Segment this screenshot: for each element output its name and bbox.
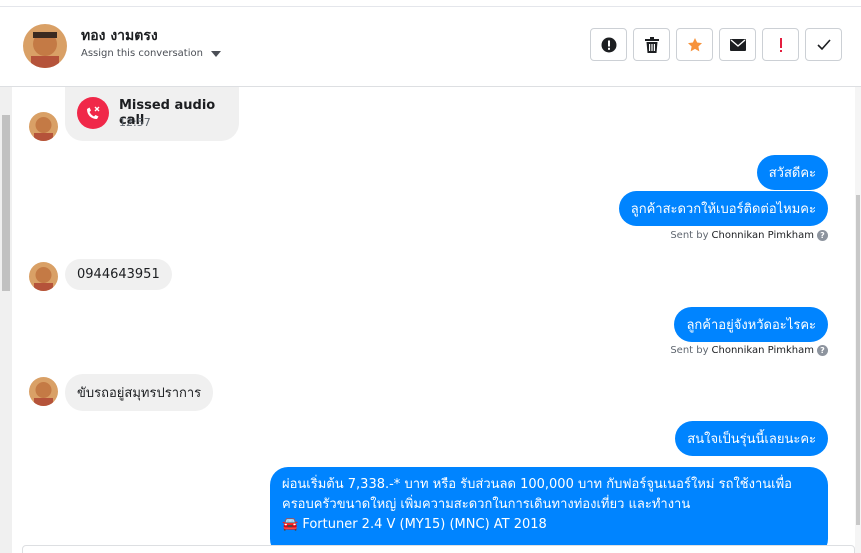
sent-by-label: Sent by Chonnikan Pimkham ? <box>670 345 828 356</box>
reply-input-box[interactable] <box>22 545 855 553</box>
mark-spam-button[interactable] <box>590 28 627 61</box>
promo-line: 🚘 Fortuner 2.4 V (MY15) (MNC) AT 2018 <box>282 517 547 532</box>
checkmark-icon <box>816 38 831 50</box>
sent-by-label: Sent by Chonnikan Pimkham ? <box>670 230 828 241</box>
sent-by-prefix: Sent by <box>670 345 709 356</box>
promo-line: ครอบครัวขนาดใหญ่ เพิ่มความสะดวกในการเดิน… <box>282 497 691 512</box>
incoming-message[interactable]: 0944643951 <box>65 259 172 290</box>
avatar[interactable] <box>23 24 67 68</box>
right-scrollbar[interactable] <box>855 87 861 553</box>
exclamation-icon <box>779 37 782 52</box>
mark-unread-button[interactable] <box>719 28 756 61</box>
missed-call-time: 12:57 <box>119 116 151 129</box>
trash-icon <box>644 36 659 53</box>
star-icon <box>687 37 702 51</box>
sender-name[interactable]: Chonnikan Pimkham <box>712 230 814 241</box>
scrollbar-thumb[interactable] <box>2 115 10 291</box>
sent-by-prefix: Sent by <box>670 230 709 241</box>
avatar[interactable] <box>29 112 58 141</box>
promo-line: ผ่อนเริ่มต้น 7,338.-* บาท หรือ รับส่วนลด… <box>282 477 792 492</box>
delete-button[interactable] <box>633 28 670 61</box>
outgoing-promo-message[interactable]: ผ่อนเริ่มต้น 7,338.-* บาท หรือ รับส่วนลด… <box>270 467 828 553</box>
assign-conversation-dropdown[interactable]: Assign this conversation <box>81 48 221 59</box>
mark-done-button[interactable] <box>805 28 842 61</box>
sender-name[interactable]: Chonnikan Pimkham <box>712 345 814 356</box>
star-button[interactable] <box>676 28 713 61</box>
conversation-header: ทอง งามตรง Assign this conversation <box>0 0 861 87</box>
mark-important-button[interactable] <box>762 28 799 61</box>
help-icon[interactable]: ? <box>817 230 828 241</box>
avatar[interactable] <box>29 377 58 406</box>
missed-call-message[interactable]: Missed audio call 12:57 <box>65 87 239 141</box>
incoming-message[interactable]: ขับรถอยู่สมุทรปราการ <box>65 374 214 411</box>
action-toolbar <box>590 28 842 61</box>
conversation-thread: Missed audio call 12:57 สวัสดีคะ ลูกค้าส… <box>12 87 855 553</box>
left-scrollbar[interactable] <box>0 87 12 553</box>
alert-circle-icon <box>601 37 616 52</box>
contact-name: ทอง งามตรง <box>81 28 158 44</box>
missed-call-icon <box>77 97 109 129</box>
assign-label: Assign this conversation <box>81 48 203 59</box>
scrollbar-thumb[interactable] <box>856 195 860 525</box>
outgoing-message[interactable]: ลูกค้าสะดวกให้เบอร์ติดต่อไหมคะ <box>618 191 828 226</box>
outgoing-message[interactable]: สวัสดีคะ <box>756 155 828 190</box>
messenger-inbox: ทอง งามตรง Assign this conversation Miss… <box>0 0 861 553</box>
outgoing-message[interactable]: สนใจเป็นรุ่นนี้เลยนะคะ <box>675 421 828 456</box>
avatar[interactable] <box>29 262 58 291</box>
help-icon[interactable]: ? <box>817 345 828 356</box>
outgoing-message[interactable]: ลูกค้าอยู่จังหวัดอะไรคะ <box>674 307 828 342</box>
caret-down-icon <box>210 50 221 57</box>
envelope-icon <box>729 38 746 51</box>
